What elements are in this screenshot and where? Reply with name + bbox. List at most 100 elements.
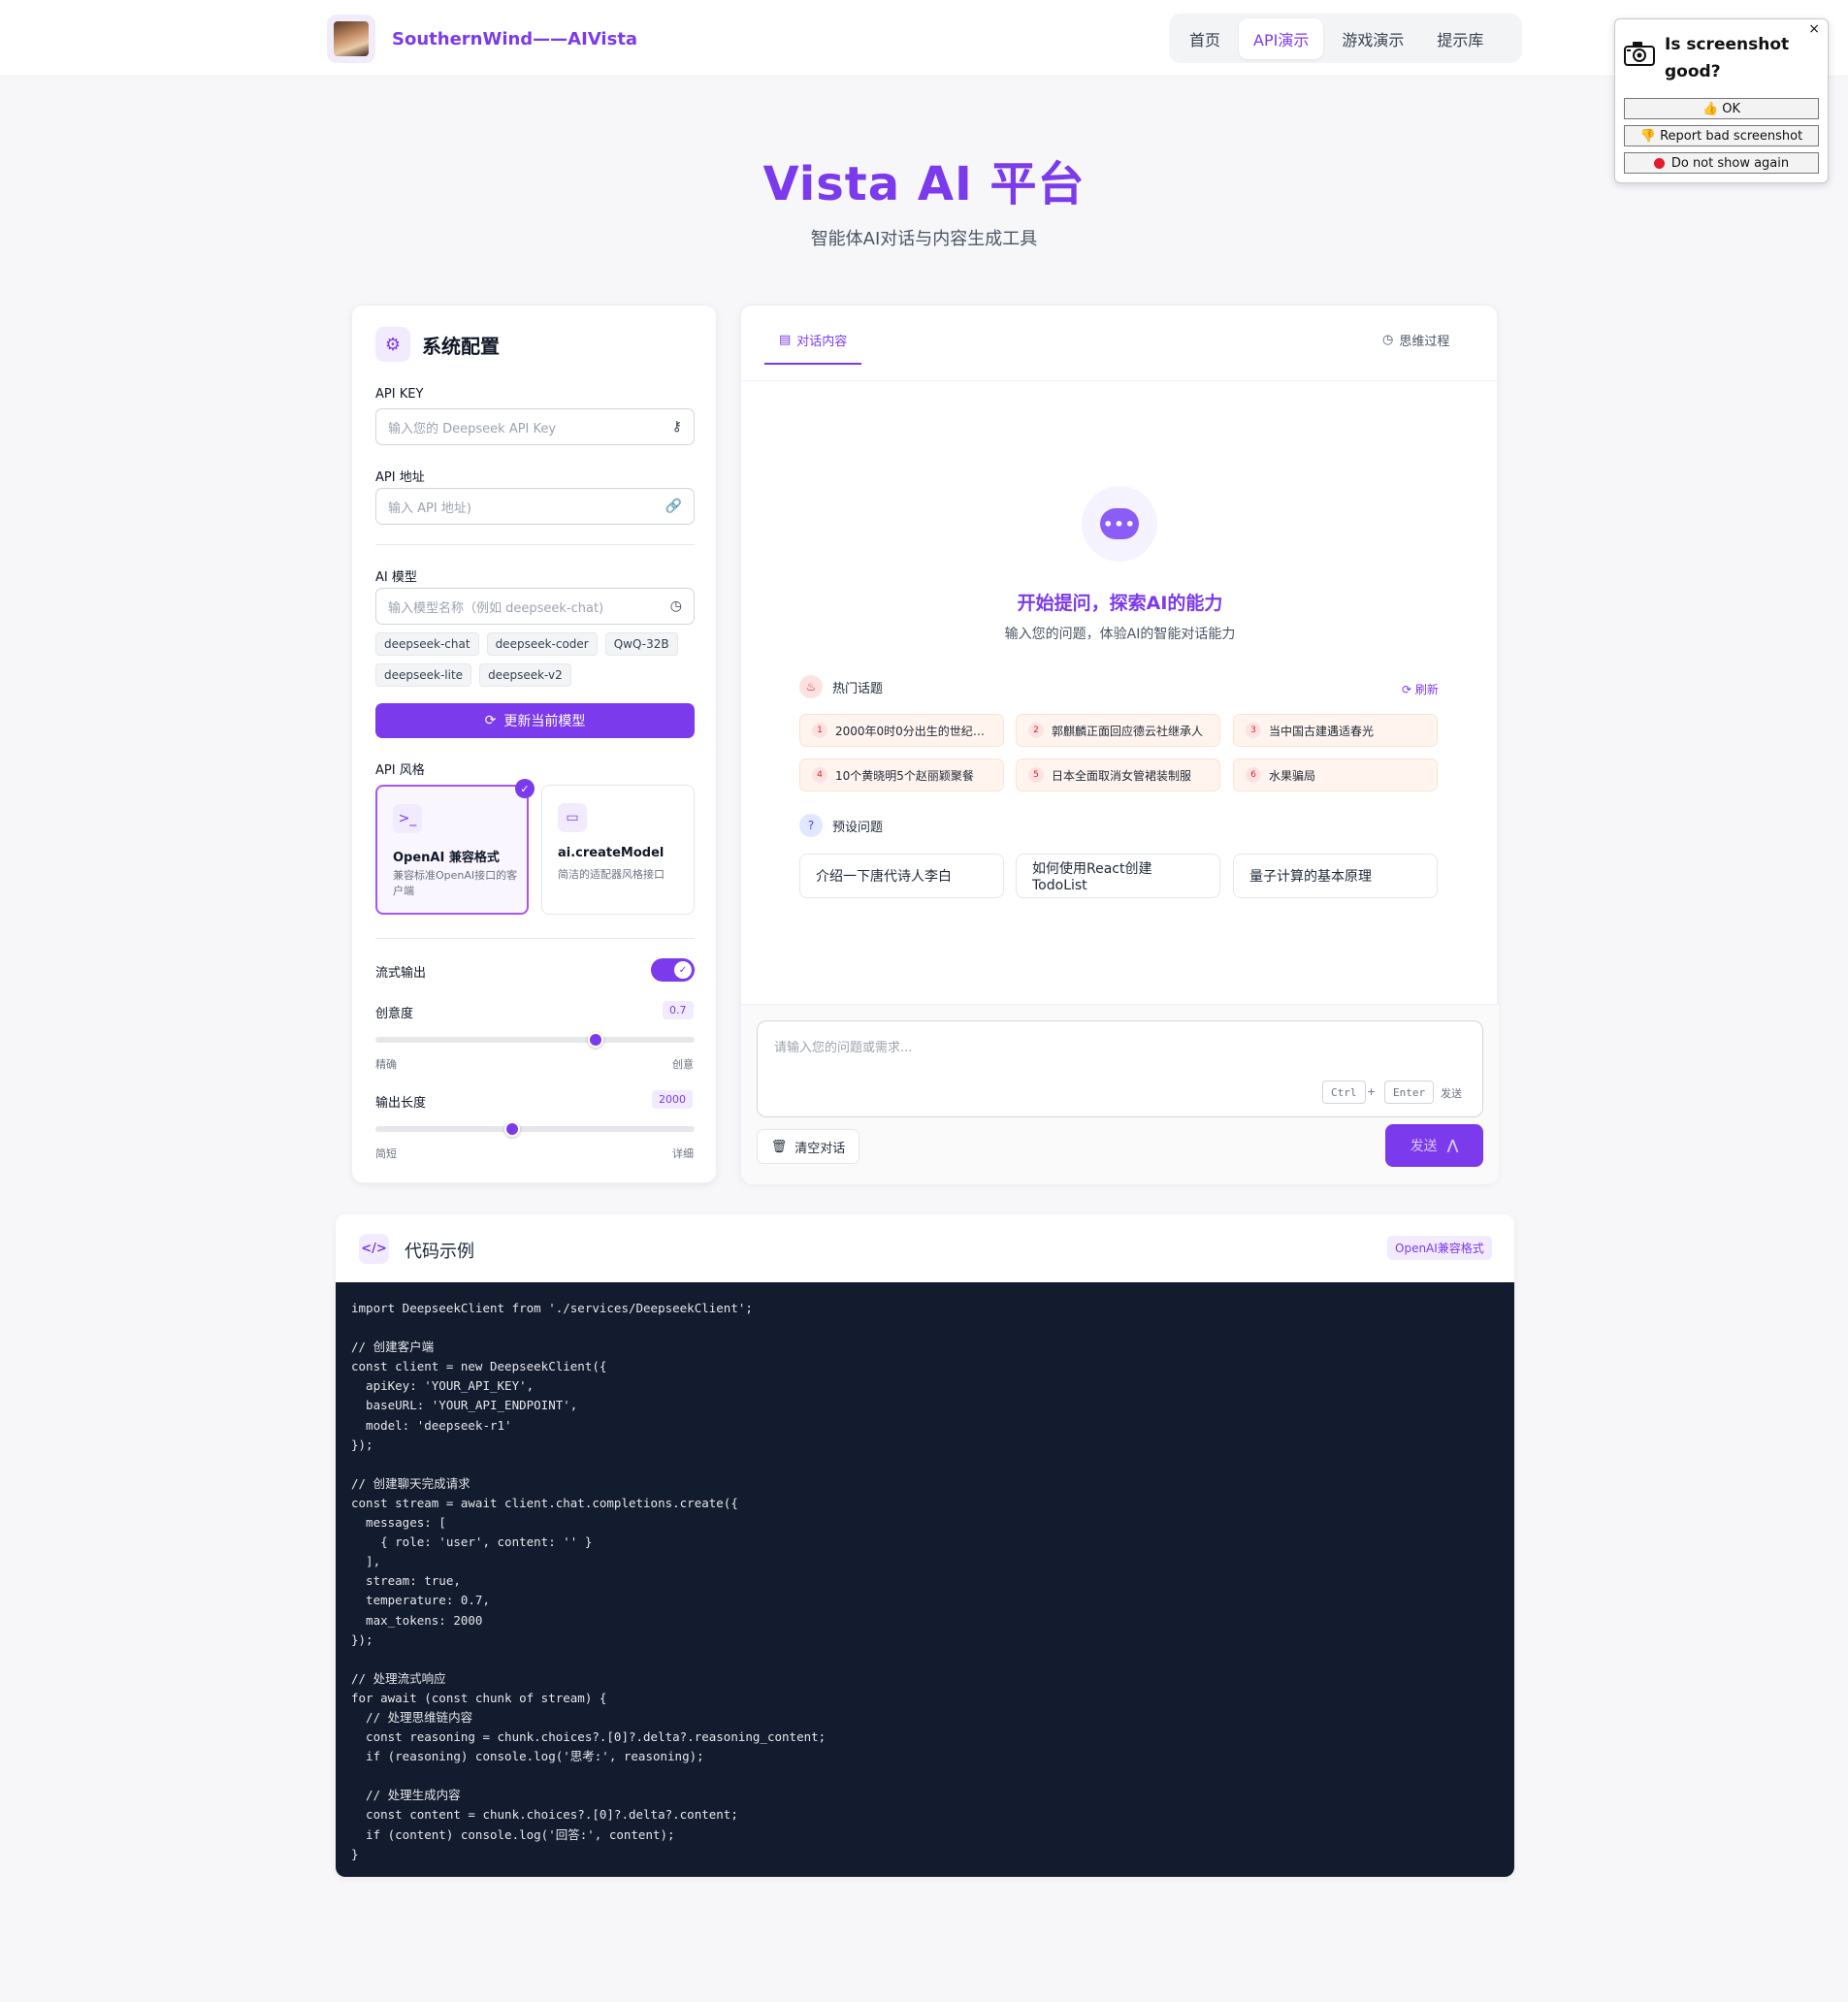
model-chip[interactable]: QwQ-32B xyxy=(604,632,678,656)
avatar-photo xyxy=(334,21,369,56)
message-icon: ▤ xyxy=(779,333,792,347)
style-name: ai.createModel xyxy=(558,846,665,860)
refresh-hot-topics-button[interactable]: ⟳ 刷新 xyxy=(1402,681,1439,697)
api-key-placeholder: 输入您的 Deepseek API Key xyxy=(388,421,557,436)
hot-topic-item[interactable]: 5 日本全面取消女管裙装制服 xyxy=(1016,759,1220,791)
hot-topic-item[interactable]: 2 郭麒麟正面回应德云社继承人 xyxy=(1016,714,1220,747)
message-placeholder: 请输入您的问题或需求... xyxy=(774,1041,913,1055)
update-model-button[interactable]: ⟳ 更新当前模型 xyxy=(375,703,695,738)
style-openai-compatible[interactable]: >_ OpenAI 兼容格式 兼容标准OpenAI接口的客户端 ✓ xyxy=(375,779,535,915)
creativity-value: 0.7 xyxy=(663,1001,694,1019)
hot-topic-rank: 6 xyxy=(1246,767,1261,783)
length-max-label: 详细 xyxy=(672,1147,694,1160)
clock-icon: ◷ xyxy=(669,598,682,614)
hot-topic-text: 郭麒麟正面回应德云社继承人 xyxy=(1052,724,1204,738)
refresh-icon: ⟳ xyxy=(484,713,497,728)
top-bar: SouthernWind——AIVista 首页 API演示 游戏演示 提示库 xyxy=(0,0,1848,77)
empty-state-subtitle: 输入您的问题，体验AI的智能对话能力 xyxy=(1004,627,1236,642)
model-chip[interactable]: deepseek-chat xyxy=(375,632,479,656)
chat-bubble-dots: ••• xyxy=(1100,508,1139,539)
clock-icon: ◷ xyxy=(1382,333,1394,347)
hot-topic-item[interactable]: 1 2000年0时0分出生的世纪婴... xyxy=(799,714,1004,747)
hot-topic-item[interactable]: 6 水果骗局 xyxy=(1233,759,1438,791)
preset-question[interactable]: 介绍一下唐代诗人李白 xyxy=(799,854,1004,898)
api-key-input[interactable]: 输入您的 Deepseek API Key ⚷ xyxy=(375,408,695,445)
api-url-placeholder: 输入 API 地址) xyxy=(388,500,471,516)
slider-thumb[interactable] xyxy=(504,1121,521,1137)
preset-question[interactable]: 如何使用React创建TodoList xyxy=(1016,854,1220,898)
tab-dialog[interactable]: ▤ 对话内容 xyxy=(764,331,862,365)
kbd-ctrl: Ctrl xyxy=(1322,1081,1366,1104)
hero: Vista AI 平台 智能体AI对话与内容生成工具 xyxy=(0,145,1848,250)
creativity-slider[interactable] xyxy=(375,1032,695,1048)
composer: 请输入您的问题或需求... Ctrl + Enter 发送 🗑 清空对话 发送 … xyxy=(741,1004,1499,1184)
hot-topic-rank: 3 xyxy=(1246,723,1261,738)
config-header: ⚙ 系统配置 xyxy=(375,327,500,362)
hot-topic-text: 当中国古建遇适春光 xyxy=(1269,724,1375,738)
ok-button[interactable]: 👍 OK xyxy=(1624,98,1819,119)
api-style-label: API 风格 xyxy=(375,763,425,778)
hot-topic-item[interactable]: 3 当中国古建遇适春光 xyxy=(1233,714,1438,747)
refresh-label: 刷新 xyxy=(1414,683,1439,696)
tab-thinking[interactable]: ◷ 思维过程 xyxy=(1382,331,1449,349)
model-chip[interactable]: deepseek-v2 xyxy=(479,663,571,687)
nav-game-demo[interactable]: 游戏演示 xyxy=(1327,18,1418,59)
hot-topics-header: ♨ 热门话题 xyxy=(799,675,883,698)
tab-dialog-label: 对话内容 xyxy=(796,335,848,349)
preset-questions-title: 预设问题 xyxy=(832,820,884,835)
stream-label: 流式输出 xyxy=(375,966,427,981)
model-chip[interactable]: deepseek-coder xyxy=(486,632,598,656)
main-nav: 首页 API演示 游戏演示 提示库 xyxy=(1169,14,1522,63)
send-button[interactable]: 发送 ⋀ xyxy=(1385,1124,1483,1167)
brand-name[interactable]: SouthernWind——AIVista xyxy=(392,29,637,49)
nav-api-demo[interactable]: API演示 xyxy=(1239,17,1324,59)
hot-topic-item[interactable]: 4 10个黄晓明5个赵丽颖聚餐 xyxy=(799,759,1004,791)
style-name: OpenAI 兼容格式 xyxy=(393,851,500,865)
length-label: 输出长度 xyxy=(375,1096,427,1111)
hot-topic-text: 水果骗局 xyxy=(1269,768,1316,783)
divider xyxy=(375,938,695,939)
preset-question[interactable]: 量子计算的基本原理 xyxy=(1233,854,1438,898)
config-title: 系统配置 xyxy=(422,334,500,358)
api-url-input[interactable]: 输入 API 地址) 🔗 xyxy=(375,488,695,525)
avatar xyxy=(327,15,375,63)
camera-icon xyxy=(1624,42,1655,66)
code-block: import DeepseekClient from './services/D… xyxy=(336,1282,1514,1877)
send-arrow-icon: ⋀ xyxy=(1446,1138,1459,1153)
system-config-panel: ⚙ 系统配置 API KEY 输入您的 Deepseek API Key ⚷ A… xyxy=(351,305,717,1183)
kbd-enter: Enter xyxy=(1384,1081,1435,1104)
length-slider[interactable] xyxy=(375,1121,695,1137)
hero-subtitle: 智能体AI对话与内容生成工具 xyxy=(810,229,1038,249)
creativity-label: 创意度 xyxy=(375,1007,414,1021)
divider xyxy=(375,544,695,545)
length-value: 2000 xyxy=(652,1090,693,1109)
key-icon: ⚷ xyxy=(671,419,682,435)
nav-home[interactable]: 首页 xyxy=(1175,18,1235,59)
popup-title: Is screenshot good? xyxy=(1665,35,1790,81)
length-min-label: 简短 xyxy=(375,1147,397,1160)
model-chip[interactable]: deepseek-lite xyxy=(375,663,472,687)
monitor-icon: ▭ xyxy=(558,803,587,832)
trash-icon: 🗑 xyxy=(770,1139,788,1154)
api-url-label: API 地址 xyxy=(375,470,425,485)
brand[interactable]: SouthernWind——AIVista xyxy=(327,15,637,63)
question-icon: ? xyxy=(799,814,823,837)
slider-thumb[interactable] xyxy=(588,1032,603,1048)
nav-prompt-library[interactable]: 提示库 xyxy=(1422,18,1498,59)
stream-toggle[interactable]: ✓ xyxy=(651,958,695,982)
check-icon: ✓ xyxy=(674,961,692,979)
message-input[interactable]: 请输入您的问题或需求... Ctrl + Enter 发送 xyxy=(757,1020,1483,1117)
creativity-max-label: 创意 xyxy=(672,1058,694,1071)
report-bad-screenshot-button[interactable]: 👎 Report bad screenshot xyxy=(1624,125,1819,146)
update-model-label: 更新当前模型 xyxy=(503,714,586,729)
style-create-model[interactable]: ▭ ai.createModel 简洁的适配器风格接口 xyxy=(541,785,695,915)
code-example-panel: </> 代码示例 OpenAI兼容格式 import DeepseekClien… xyxy=(336,1214,1514,1877)
style-desc: 简洁的适配器风格接口 xyxy=(558,868,665,881)
model-input[interactable]: 输入模型名称（例如 deepseek-chat) ◷ xyxy=(375,588,695,625)
check-icon: ✓ xyxy=(515,779,535,798)
code-format-badge: OpenAI兼容格式 xyxy=(1387,1236,1492,1260)
kbd-send-hint: 发送 xyxy=(1441,1087,1462,1100)
style-desc: 兼容标准OpenAI接口的客户端 xyxy=(393,869,518,897)
clear-chat-button[interactable]: 🗑 清空对话 xyxy=(757,1129,859,1164)
terminal-icon: >_ xyxy=(393,804,422,833)
